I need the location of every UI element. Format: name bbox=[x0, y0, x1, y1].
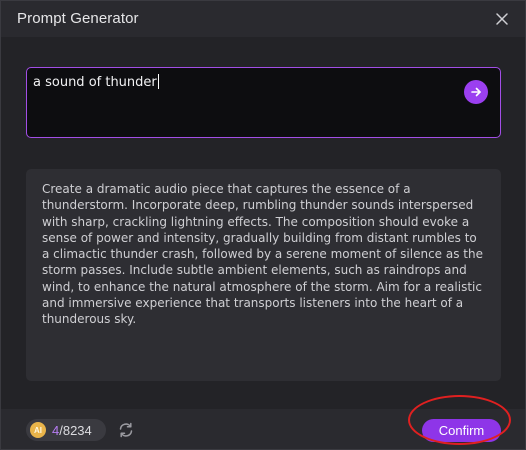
generated-prompt-box[interactable]: Create a dramatic audio piece that captu… bbox=[26, 169, 501, 381]
prompt-generator-dialog: Prompt Generator a sound of thunder Crea… bbox=[0, 0, 526, 450]
generated-prompt-text: Create a dramatic audio piece that captu… bbox=[42, 182, 483, 327]
confirm-button[interactable]: Confirm bbox=[422, 419, 501, 442]
refresh-button[interactable] bbox=[117, 421, 135, 439]
prompt-input-box[interactable]: a sound of thunder bbox=[26, 67, 501, 138]
prompt-input[interactable]: a sound of thunder bbox=[33, 74, 453, 90]
prompt-input-value: a sound of thunder bbox=[33, 75, 157, 90]
ai-coin-icon: AI bbox=[30, 422, 46, 438]
credits-total: /8234 bbox=[59, 422, 92, 438]
text-cursor bbox=[157, 74, 159, 89]
arrow-right-icon bbox=[471, 87, 481, 97]
footer-bar: AI 4/8234 Confirm bbox=[1, 409, 525, 449]
title-bar: Prompt Generator bbox=[1, 1, 525, 37]
credits-counter: AI 4/8234 bbox=[26, 419, 106, 441]
refresh-icon bbox=[119, 422, 133, 438]
submit-button[interactable] bbox=[464, 80, 488, 104]
close-button[interactable] bbox=[493, 10, 511, 28]
credit-count: 4/8234 bbox=[52, 423, 92, 438]
dialog-title: Prompt Generator bbox=[17, 10, 139, 27]
close-icon bbox=[496, 13, 508, 25]
